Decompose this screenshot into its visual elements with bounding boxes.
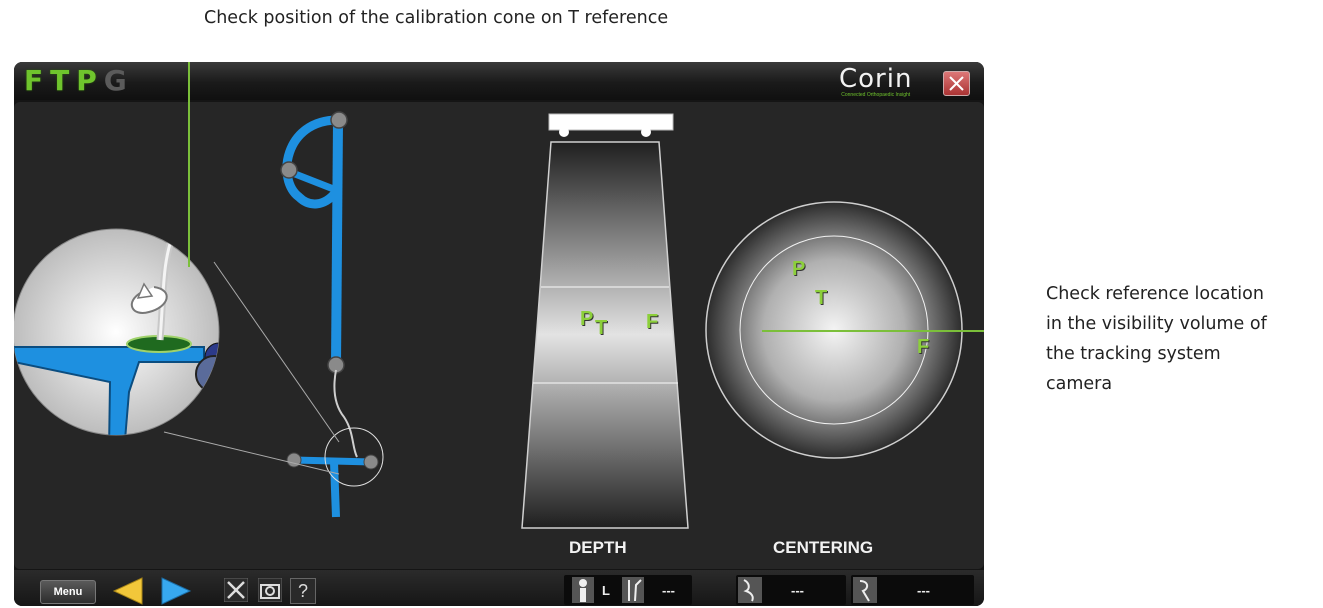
- annotation-line: Check reference location: [1046, 284, 1264, 304]
- alignment-value: ---: [662, 583, 675, 598]
- bottom-toolbar: Menu ? L --- --- ---: [14, 570, 984, 606]
- centering-label: CENTERING: [773, 538, 874, 557]
- depth-label: DEPTH: [569, 538, 627, 557]
- app-window: FTPG Corin Connected Orthopaedic Insight: [14, 62, 984, 606]
- depth-marker-p: P: [580, 308, 594, 330]
- reference-frame: [280, 111, 358, 458]
- knee-icon: [738, 577, 762, 603]
- annotation-line: the tracking system: [1046, 344, 1221, 364]
- annotation-line: camera: [1046, 374, 1113, 394]
- menu-button[interactable]: Menu: [40, 580, 96, 604]
- status-implant: ---: [851, 575, 974, 605]
- tools-icon[interactable]: [224, 578, 248, 602]
- knee-value: ---: [791, 583, 804, 598]
- magnified-view: [14, 228, 220, 436]
- marker-sphere: [330, 111, 348, 129]
- status-knee: ---: [736, 575, 846, 605]
- camera-bar-icon: [548, 113, 674, 131]
- help-button[interactable]: ?: [290, 578, 316, 604]
- center-marker-t: T: [815, 287, 828, 309]
- annotation-calibration: Check position of the calibration cone o…: [204, 8, 669, 28]
- side-indicator: L: [602, 583, 610, 598]
- t-reference: [286, 427, 384, 518]
- depth-marker-t: T: [595, 317, 608, 339]
- patient-figure-icon: [572, 577, 594, 603]
- camera-icon[interactable]: [258, 578, 282, 602]
- marker-sphere: [280, 161, 298, 179]
- center-marker-f: F: [917, 336, 930, 358]
- visualization: [14, 62, 984, 529]
- forward-arrow-icon[interactable]: [160, 576, 194, 606]
- center-marker-p: P: [792, 258, 806, 280]
- back-arrow-icon[interactable]: [112, 576, 146, 606]
- annotation-visibility: Check reference location in the visibili…: [1046, 279, 1323, 399]
- leg-alignment-icon: [622, 577, 644, 603]
- depth-marker-f: F: [646, 311, 659, 333]
- implant-value: ---: [917, 583, 930, 598]
- annotation-line: in the visibility volume of: [1046, 314, 1267, 334]
- status-side: L ---: [564, 575, 692, 605]
- implant-icon: [853, 577, 877, 603]
